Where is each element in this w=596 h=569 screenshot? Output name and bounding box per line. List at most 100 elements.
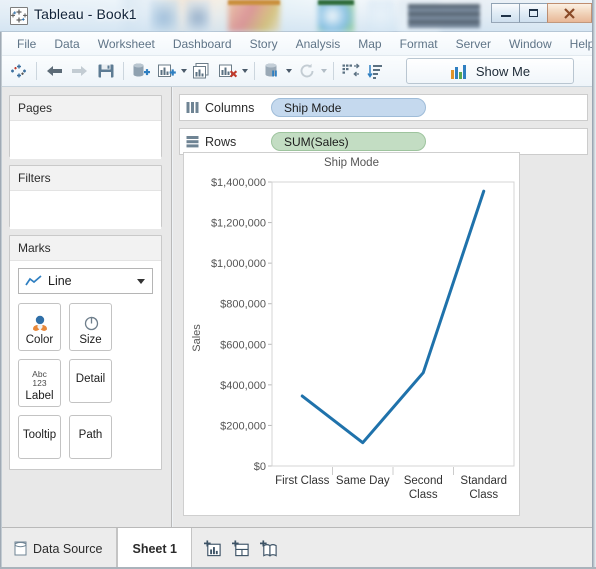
mark-type-dropdown[interactable]: Line	[18, 268, 153, 294]
data-source-icon	[14, 541, 27, 556]
desktop-blur-artifact	[408, 4, 480, 28]
marks-tooltip-button[interactable]: Tooltip	[18, 415, 61, 459]
toolbar: Show Me	[0, 56, 596, 87]
sort-descending-icon	[367, 65, 382, 79]
menu-help[interactable]: Help	[561, 34, 596, 54]
abc-123-icon: Abc 123	[32, 368, 47, 390]
data-source-tab[interactable]: Data Source	[0, 528, 118, 569]
pause-autoupdate-button[interactable]	[259, 59, 285, 83]
x-axis-tick-label[interactable]: Same Day	[336, 475, 390, 487]
sort-button[interactable]	[364, 59, 390, 83]
undo-button[interactable]	[41, 59, 67, 83]
mark-type-label: Line	[48, 274, 72, 288]
swap-rows-columns-button[interactable]	[338, 59, 364, 83]
x-axis-tick-label[interactable]: Class	[469, 489, 498, 501]
save-icon	[98, 64, 114, 78]
filters-card: Filters	[9, 165, 162, 229]
new-data-source-button[interactable]	[128, 59, 154, 83]
sheet1-tab-label: Sheet 1	[132, 541, 177, 556]
marks-label-label: Label	[25, 390, 54, 402]
menu-dashboard[interactable]: Dashboard	[164, 34, 241, 54]
marks-label-button[interactable]: Abc 123 Label	[18, 359, 61, 407]
minimize-button[interactable]	[491, 3, 520, 23]
y-axis-label: Sales	[191, 324, 203, 352]
left-sidebar: Pages Filters Marks Line Color Size Abc …	[0, 87, 172, 527]
redo-button[interactable]	[67, 59, 93, 83]
show-me-button[interactable]: Show Me	[406, 58, 574, 84]
y-axis-tick-label: $600,000	[220, 339, 266, 351]
marks-card-title: Marks	[10, 236, 161, 261]
toolbar-separator	[333, 62, 334, 80]
marks-tooltip-label: Tooltip	[22, 429, 57, 441]
x-axis-tick-label[interactable]: First Class	[275, 475, 330, 487]
columns-shelf-label: Columns	[205, 100, 255, 115]
refresh-chevron-down-icon[interactable]	[321, 69, 327, 73]
clear-sheet-button[interactable]	[215, 59, 241, 83]
x-axis-labels: First Class Same Day Second Class Standard Cl…	[275, 475, 507, 501]
desktop-blur-artifact	[186, 0, 210, 32]
start-page-button[interactable]	[6, 59, 32, 83]
filters-drop-zone[interactable]	[10, 191, 161, 229]
y-axis-tick-label: $1,200,000	[211, 218, 266, 230]
pages-card-title: Pages	[10, 96, 161, 121]
main-workspace: Columns Ship Mode Rows SUM(Sales) Ship M…	[173, 87, 596, 527]
worksheet-canvas[interactable]: Ship Mode Sales $1,400,000 $1,200,000 $1,0…	[183, 152, 520, 516]
x-axis-tick-label[interactable]: Second	[404, 475, 443, 487]
close-icon	[564, 7, 575, 19]
new-story-tab-icon	[259, 540, 277, 557]
clear-sheet-chevron-down-icon[interactable]	[242, 69, 248, 73]
y-axis-tick-label: $1,400,000	[211, 177, 266, 189]
menu-map[interactable]: Map	[349, 34, 390, 54]
x-axis-tick-label[interactable]: Standard	[460, 475, 507, 487]
pages-drop-zone[interactable]	[10, 121, 161, 159]
menu-data[interactable]: Data	[45, 34, 88, 54]
sheet1-tab[interactable]: Sheet 1	[117, 528, 192, 569]
maximize-button[interactable]	[519, 3, 548, 23]
sheet-tab-bar: Data Source Sheet 1	[0, 527, 596, 569]
marks-detail-label: Detail	[75, 373, 106, 385]
maximize-icon	[529, 9, 538, 17]
y-axis-tick-label: $1,000,000	[211, 258, 266, 270]
menu-server[interactable]: Server	[447, 34, 500, 54]
marks-buttons-grid: Color Size Abc 123 Label Detail Tooltip …	[18, 303, 153, 459]
marks-size-button[interactable]: Size	[69, 303, 112, 351]
tableau-logo-icon[interactable]	[10, 7, 28, 25]
minimize-icon	[500, 14, 511, 17]
save-button[interactable]	[93, 59, 119, 83]
filters-card-title: Filters	[10, 166, 161, 191]
new-dashboard-tab-button[interactable]	[231, 540, 250, 558]
new-data-source-icon	[133, 63, 150, 77]
marks-path-button[interactable]: Path	[69, 415, 112, 459]
pill-ship-mode[interactable]: Ship Mode	[271, 98, 426, 117]
pause-chevron-down-icon[interactable]	[286, 69, 292, 73]
pill-sum-sales[interactable]: SUM(Sales)	[271, 132, 426, 151]
desktop-blur-artifact	[368, 0, 394, 32]
arrow-back-icon	[47, 66, 62, 76]
y-axis-ticks: $1,400,000 $1,200,000 $1,000,000 $800,000 $6…	[211, 177, 272, 473]
columns-shelf[interactable]: Columns Ship Mode	[179, 94, 588, 121]
menu-file[interactable]: File	[8, 34, 45, 54]
marks-color-button[interactable]: Color	[18, 303, 61, 351]
window-frame-right	[592, 0, 596, 569]
toolbar-separator	[123, 62, 124, 80]
refresh-button[interactable]	[294, 59, 320, 83]
menu-format[interactable]: Format	[391, 34, 447, 54]
duplicate-sheet-button[interactable]	[189, 59, 215, 83]
new-worksheet-tab-button[interactable]	[203, 540, 222, 558]
marks-detail-button[interactable]: Detail	[69, 359, 112, 403]
menu-window[interactable]: Window	[500, 34, 561, 54]
close-button[interactable]	[547, 3, 592, 23]
menu-analysis[interactable]: Analysis	[287, 34, 350, 54]
marks-path-label: Path	[78, 429, 103, 441]
new-worksheet-button[interactable]	[154, 59, 180, 83]
pages-card: Pages	[9, 95, 162, 159]
menu-story[interactable]: Story	[241, 34, 287, 54]
rows-shelf[interactable]: Rows SUM(Sales)	[179, 128, 588, 155]
chart-plot: Sales $1,400,000 $1,200,000 $1,000,000 $800…	[184, 153, 521, 517]
rows-icon	[186, 136, 199, 148]
menu-worksheet[interactable]: Worksheet	[89, 34, 164, 54]
x-axis-tick-label[interactable]: Class	[409, 489, 438, 501]
new-story-tab-button[interactable]	[259, 540, 278, 558]
new-worksheet-chevron-down-icon[interactable]	[181, 69, 187, 73]
data-source-tab-label: Data Source	[33, 541, 103, 556]
